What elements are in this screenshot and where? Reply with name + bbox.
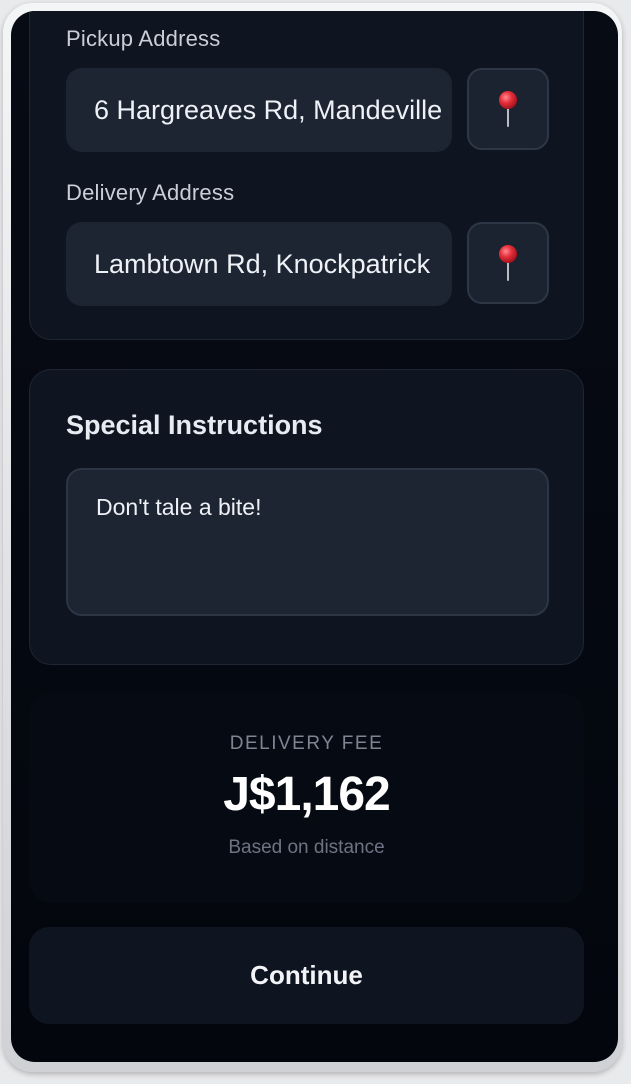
address-card: Pickup Address 6 Hargreaves Rd, Mandevil…	[29, 11, 584, 340]
special-instructions-title: Special Instructions	[66, 410, 323, 440]
delivery-fee-amount: J$1,162	[223, 768, 391, 821]
delivery-fee-note: Based on distance	[228, 837, 385, 858]
device-frame: Pickup Address 6 Hargreaves Rd, Mandevil…	[3, 3, 622, 1072]
continue-button[interactable]: Continue	[29, 927, 584, 1024]
delivery-address-label: Delivery Address	[66, 180, 235, 205]
special-instructions-card: Special Instructions Don't tale a bite!	[29, 369, 584, 665]
delivery-address-input[interactable]: Lambtown Rd, Knockpatrick	[66, 222, 452, 306]
pickup-address-input[interactable]: 6 Hargreaves Rd, Mandeville	[66, 68, 452, 152]
pickup-location-button[interactable]	[467, 68, 549, 150]
app-screen: Pickup Address 6 Hargreaves Rd, Mandevil…	[11, 11, 618, 1062]
delivery-location-button[interactable]	[467, 222, 549, 304]
delivery-fee-card: DELIVERY FEE J$1,162 Based on distance	[29, 693, 584, 903]
pushpin-icon	[499, 91, 517, 127]
pushpin-icon	[499, 245, 517, 281]
delivery-fee-label: DELIVERY FEE	[229, 733, 384, 754]
pickup-address-label: Pickup Address	[66, 26, 221, 51]
special-instructions-textarea[interactable]: Don't tale a bite!	[66, 468, 549, 616]
